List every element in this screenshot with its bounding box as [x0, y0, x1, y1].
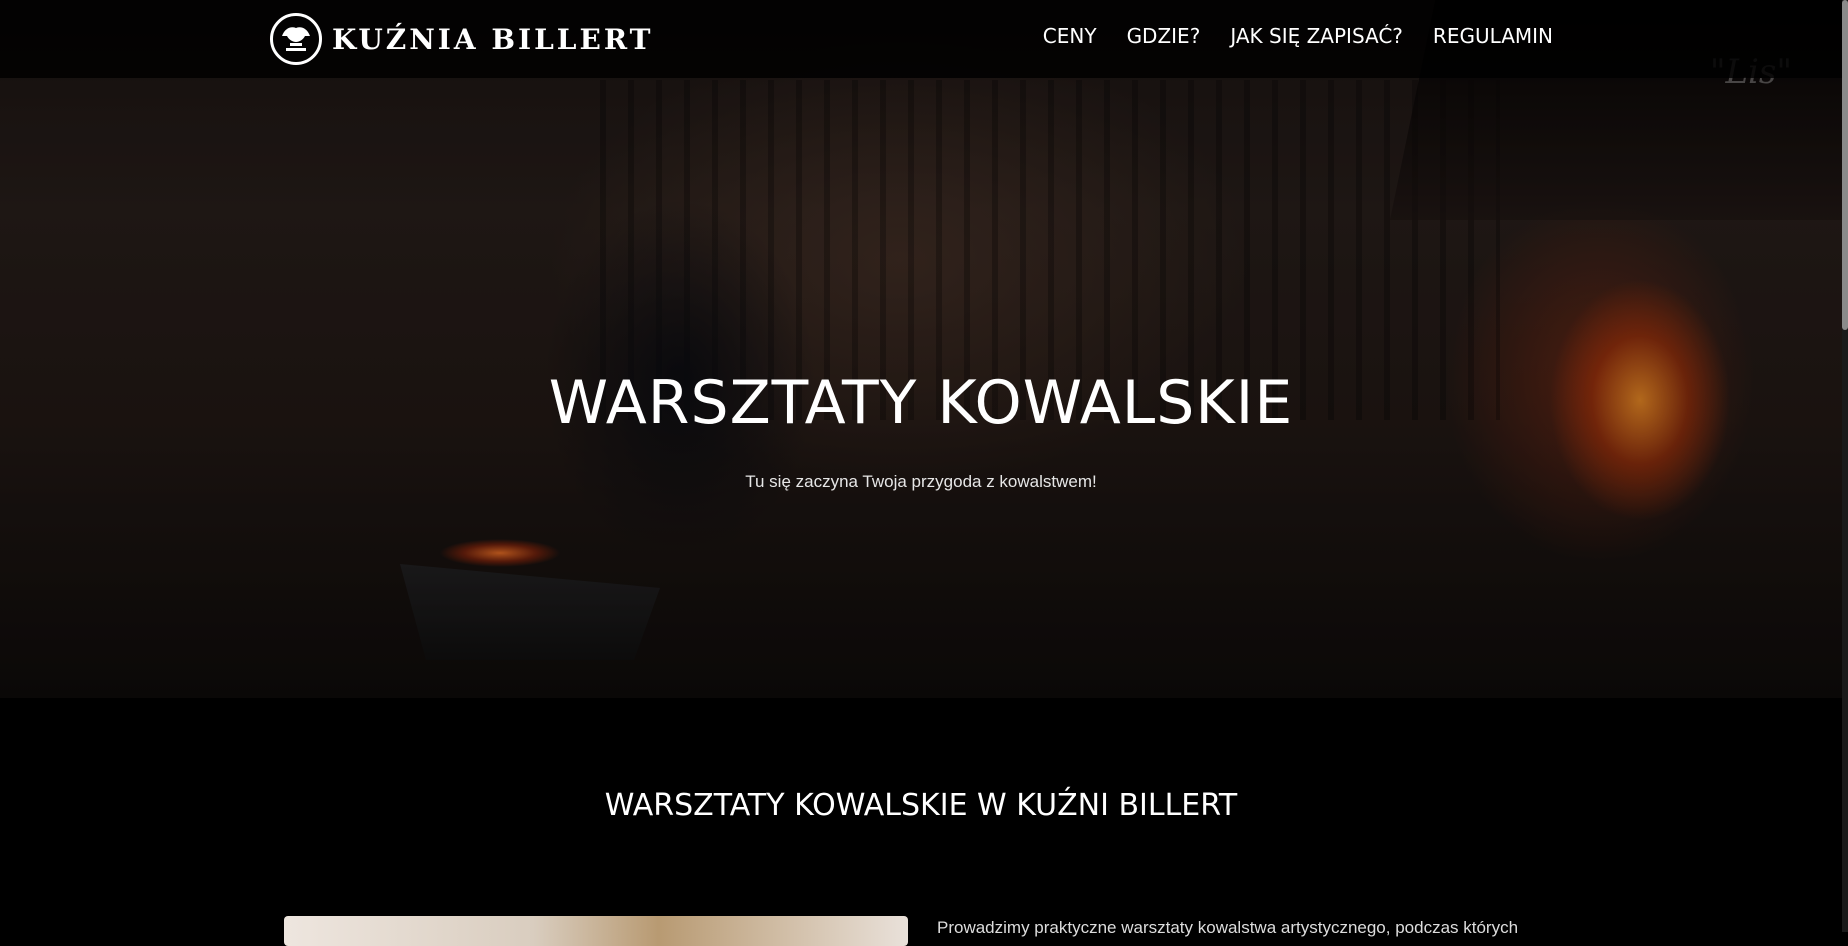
page-scrollbar[interactable] — [1842, 0, 1848, 932]
nav-item-gdzie[interactable]: GDZIE? — [1127, 24, 1201, 48]
hero-overlay — [0, 0, 1842, 698]
logo-text: KUŹNIA BILLERT — [332, 22, 654, 56]
navbar: KUŹNIA BILLERT CENY GDZIE? JAK SIĘ ZAPIS… — [0, 0, 1842, 78]
nav-item-jak-sie-zapisac[interactable]: JAK SIĘ ZAPISAĆ? — [1230, 24, 1403, 48]
workshop-photo — [284, 916, 908, 946]
section-title: WARSZTATY KOWALSKIE W KUŹNI BILLERT — [604, 788, 1238, 823]
section-intro-text: Prowadzimy praktyczne warsztaty kowalstw… — [937, 918, 1519, 937]
nav-item-regulamin[interactable]: REGULAMIN — [1433, 24, 1553, 48]
nav-item-ceny[interactable]: CENY — [1043, 24, 1097, 48]
scrollbar-thumb[interactable] — [1842, 0, 1848, 330]
hero-banner: "Lis" — [0, 0, 1842, 698]
hero-title: WARSZTATY KOWALSKIE — [548, 368, 1294, 438]
anvil-hand-emblem-icon — [270, 13, 322, 65]
main-nav: CENY GDZIE? JAK SIĘ ZAPISAĆ? REGULAMIN — [1043, 24, 1553, 48]
hero-subtitle: Tu się zaczyna Twoja przygoda z kowalstw… — [745, 472, 1097, 491]
site-logo[interactable]: KUŹNIA BILLERT — [270, 12, 653, 66]
